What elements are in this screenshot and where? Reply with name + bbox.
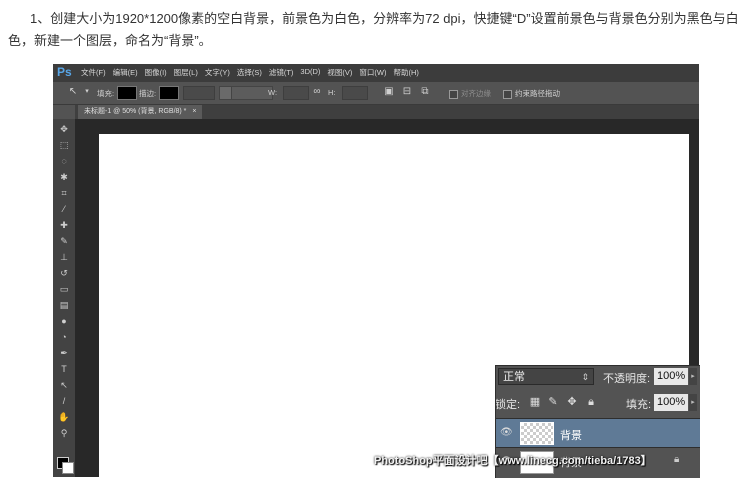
constrain-path-checkbox[interactable] <box>503 89 512 99</box>
width-field[interactable] <box>283 86 309 100</box>
menu-layer[interactable]: 图层(L) <box>174 67 198 78</box>
lock-transparent-icon[interactable]: ▦ <box>529 396 541 408</box>
link-icon[interactable]: ∞ <box>311 86 323 98</box>
path-selection-tool-icon[interactable]: ↖ <box>57 379 71 392</box>
blend-mode-value: 正常 <box>503 371 525 383</box>
brush-tool-icon[interactable]: ✎ <box>57 235 71 248</box>
path-alignment-icon[interactable]: ⊟ <box>401 86 413 98</box>
stroke-swatch[interactable] <box>159 86 179 100</box>
eraser-tool-icon[interactable]: ▭ <box>57 283 71 296</box>
lock-label: 锁定: <box>495 399 521 411</box>
stroke-label: 描边: <box>139 89 157 98</box>
gradient-tool-icon[interactable]: ▤ <box>57 299 71 312</box>
align-edges-label: 对齐边缘 <box>461 89 491 98</box>
dodge-tool-icon[interactable]: ◔ <box>57 331 71 344</box>
menu-select[interactable]: 选择(S) <box>237 67 262 78</box>
menu-window[interactable]: 窗口(W) <box>359 67 386 78</box>
marquee-tool-icon[interactable]: ⬚ <box>57 139 71 152</box>
type-tool-icon[interactable]: T <box>57 363 71 376</box>
dropdown-arrow-icon[interactable]: ▾ <box>81 86 93 98</box>
zoom-tool-icon[interactable]: ⚲ <box>57 427 71 440</box>
tools-panel: ✥ ⬚ ◌ ✱ ⌗ ⁄ ✚ ✎ ⊥ ↺ ▭ ▤ ● ◔ ✒ T ↖ / ✋ ⚲ <box>53 119 76 477</box>
lock-position-icon[interactable]: ✥ <box>566 396 578 408</box>
layer-row-selected[interactable]: 👁︎ 背景 <box>496 418 700 448</box>
watermark-text: PhotoShop平面设计吧【www.linecg.com/tieba/1783… <box>374 455 652 467</box>
move-tool-icon[interactable]: ✥ <box>57 123 71 136</box>
menu-view[interactable]: 视图(V) <box>327 67 352 78</box>
menu-edit[interactable]: 编辑(E) <box>113 67 138 78</box>
stroke-style-dropdown[interactable] <box>231 86 273 100</box>
document-tab-label: 未标题-1 @ 50% (背景, RGB/8) * <box>84 108 187 115</box>
fill-swatch[interactable] <box>117 86 137 100</box>
history-brush-tool-icon[interactable]: ↺ <box>57 267 71 280</box>
fill-field[interactable]: 100% <box>654 394 688 411</box>
lasso-tool-icon[interactable]: ◌ <box>57 155 71 168</box>
healing-brush-tool-icon[interactable]: ✚ <box>57 219 71 232</box>
hand-tool-icon[interactable]: ✋ <box>57 411 71 424</box>
path-operations-icon[interactable]: ▣ <box>383 86 395 98</box>
options-bar: ↖ ▾ 填充: 描边: W: ∞ H: ▣ ⊟ ⧉ 对齐边缘 约束路径拖动 <box>53 82 699 105</box>
path-arrangement-icon[interactable]: ⧉ <box>419 86 431 98</box>
path-select-tool-icon[interactable]: ↖ <box>67 86 79 98</box>
close-tab-icon[interactable]: × <box>192 108 196 115</box>
align-edges-checkbox[interactable] <box>449 89 458 99</box>
ps-logo: Ps <box>57 65 72 79</box>
fill-arrow-icon[interactable]: ▸ <box>689 394 697 411</box>
align-edges-option[interactable]: 对齐边缘 <box>449 88 491 99</box>
menu-image[interactable]: 图像(I) <box>145 67 167 78</box>
pen-tool-icon[interactable]: ✒ <box>57 347 71 360</box>
crop-tool-icon[interactable]: ⌗ <box>57 187 71 200</box>
layer-lock-icon: 🔒︎ <box>674 454 680 465</box>
opacity-field[interactable]: 100% <box>654 368 688 385</box>
blur-tool-icon[interactable]: ● <box>57 315 71 328</box>
opacity-arrow-icon[interactable]: ▸ <box>689 368 697 385</box>
fill-label: 填充: <box>97 89 115 98</box>
opacity-label: 不透明度: <box>603 373 651 385</box>
eyedropper-tool-icon[interactable]: ⁄ <box>57 203 71 216</box>
menu-help[interactable]: 帮助(H) <box>394 67 419 78</box>
dropdown-arrows-icon: ⇕ <box>581 372 589 382</box>
height-field[interactable] <box>342 86 368 100</box>
document-tab[interactable]: 未标题-1 @ 50% (背景, RGB/8) * × <box>78 105 203 119</box>
blend-mode-dropdown[interactable]: 正常 ⇕ <box>498 368 594 385</box>
menu-bar: Ps 文件(F) 编辑(E) 图像(I) 图层(L) 文字(Y) 选择(S) 滤… <box>53 64 699 82</box>
shape-tool-icon[interactable]: / <box>57 395 71 408</box>
visibility-eye-icon[interactable]: 👁︎ <box>500 428 513 438</box>
fill-label: 填充: <box>626 399 652 411</box>
menu-type[interactable]: 文字(Y) <box>205 67 230 78</box>
lock-all-icon[interactable]: 🔒︎ <box>585 396 597 408</box>
menu-filter[interactable]: 滤镜(T) <box>269 67 294 78</box>
w-label: W: <box>268 88 278 97</box>
lock-pixels-icon[interactable]: ✎ <box>547 396 559 408</box>
clone-stamp-tool-icon[interactable]: ⊥ <box>57 251 71 264</box>
constrain-path-label: 约束路径拖动 <box>515 89 560 98</box>
constrain-path-option[interactable]: 约束路径拖动 <box>503 88 560 99</box>
menu-3d[interactable]: 3D(D) <box>300 67 320 78</box>
menu-file[interactable]: 文件(F) <box>81 67 106 78</box>
stroke-width-field[interactable] <box>183 86 215 100</box>
instruction-caption: 1、创建大小为1920*1200像素的空白背景，前景色为白色，分辨率为72 dp… <box>8 11 739 48</box>
menu-items: 文件(F) 编辑(E) 图像(I) 图层(L) 文字(Y) 选择(S) 滤镜(T… <box>81 67 419 78</box>
h-label: H: <box>328 88 336 97</box>
layer-name[interactable]: 背景 <box>560 427 582 443</box>
document-tab-bar: 未标题-1 @ 50% (背景, RGB/8) * × <box>75 105 699 119</box>
background-color-swatch[interactable] <box>62 462 74 474</box>
layer-thumbnail <box>520 422 554 445</box>
magic-wand-tool-icon[interactable]: ✱ <box>57 171 71 184</box>
